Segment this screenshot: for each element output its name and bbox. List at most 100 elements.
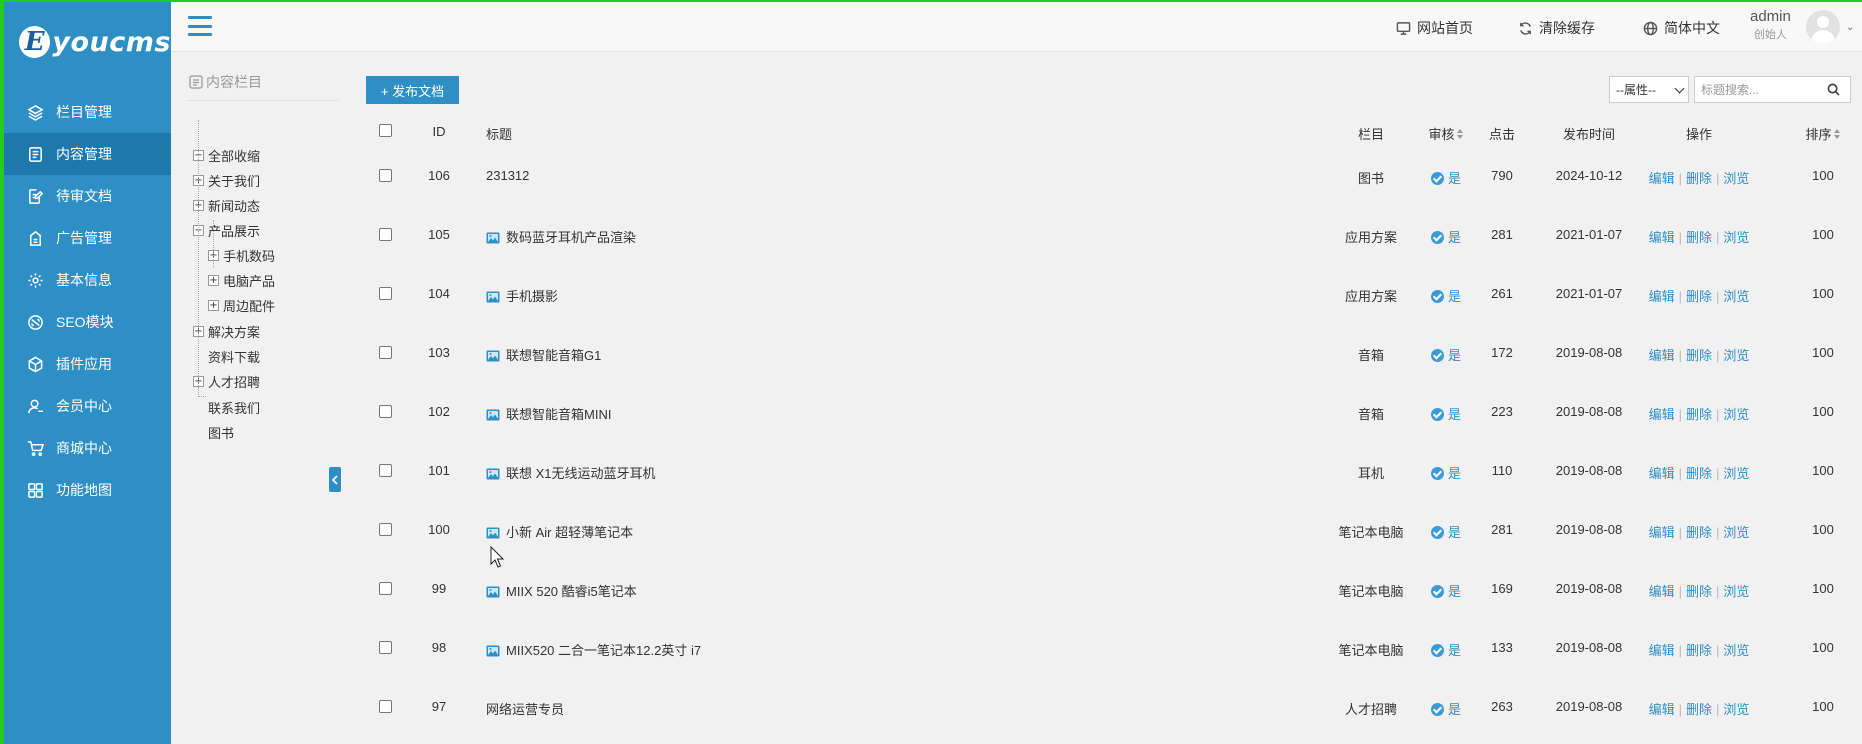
sidebar-item-6[interactable]: 插件应用 [4,343,171,385]
row-audit[interactable]: 是 [1421,522,1471,541]
row-checkbox[interactable] [379,346,392,359]
view-link[interactable]: 浏览 [1723,643,1749,658]
document-icon [26,145,44,163]
view-link[interactable]: 浏览 [1723,171,1749,186]
sidebar-item-1[interactable]: 内容管理 [4,133,171,175]
view-link[interactable]: 浏览 [1723,584,1749,599]
row-title[interactable]: 联想智能音箱G1 [486,345,601,365]
view-link[interactable]: 浏览 [1723,230,1749,245]
row-audit[interactable]: 是 [1421,345,1471,364]
row-audit[interactable]: 是 [1421,463,1471,482]
tree-item-0[interactable]: − 全部收缩 [193,145,260,165]
row-title[interactable]: 联想智能音箱MINI [486,404,611,424]
sidebar-item-0[interactable]: 栏目管理 [4,91,171,133]
row-checkbox[interactable] [379,169,392,182]
tree-item-5[interactable]: + 电脑产品 [208,270,275,290]
logo[interactable]: E youcms [4,2,171,82]
delete-link[interactable]: 删除 [1686,230,1712,245]
row-title[interactable]: 网络运营专员 [486,699,564,718]
row-audit[interactable]: 是 [1421,286,1471,305]
delete-link[interactable]: 删除 [1686,584,1712,599]
row-audit[interactable]: 是 [1421,640,1471,659]
tree-item-3[interactable]: − 产品展示 [193,220,260,240]
header-link-clear-cache[interactable]: 清除缓存 [1518,18,1595,38]
delete-link[interactable]: 删除 [1686,643,1712,658]
row-audit[interactable]: 是 [1421,699,1471,718]
expand-icon[interactable]: + [208,299,219,311]
sidebar-item-8[interactable]: 商城中心 [4,427,171,469]
header-link-language[interactable]: 简体中文 [1643,18,1720,38]
row-title[interactable]: MIIX520 二合一笔记本12.2英寸 i7 [486,640,701,660]
edit-link[interactable]: 编辑 [1649,348,1675,363]
edit-link[interactable]: 编辑 [1649,289,1675,304]
view-link[interactable]: 浏览 [1723,348,1749,363]
expand-icon[interactable]: + [208,274,219,286]
edit-link[interactable]: 编辑 [1649,525,1675,540]
avatar[interactable] [1806,10,1840,44]
sidebar-item-3[interactable]: 广告管理 [4,217,171,259]
row-audit[interactable]: 是 [1421,404,1471,423]
tree-item-8[interactable]: 资料下载 [193,346,260,366]
sidebar-item-5[interactable]: SEO模块 [4,301,171,343]
sidebar-item-2[interactable]: 待审文档 [4,175,171,217]
search-icon[interactable] [1827,83,1840,96]
header-link-home[interactable]: 网站首页 [1396,18,1473,38]
row-title[interactable]: 小新 Air 超轻薄笔记本 [486,522,633,542]
edit-link[interactable]: 编辑 [1649,643,1675,658]
edit-link[interactable]: 编辑 [1649,584,1675,599]
select-all-checkbox[interactable] [379,124,392,137]
tree-item-10[interactable]: 联系我们 [193,397,260,417]
menu-toggle-icon[interactable] [188,16,212,36]
row-audit[interactable]: 是 [1421,227,1471,246]
row-checkbox[interactable] [379,287,392,300]
tree-item-4[interactable]: + 手机数码 [208,245,275,265]
row-checkbox[interactable] [379,523,392,536]
edit-link[interactable]: 编辑 [1649,466,1675,481]
row-title[interactable]: 231312 [486,168,529,183]
tree-item-1[interactable]: + 关于我们 [193,170,260,190]
row-title[interactable]: 联想 X1无线运动蓝牙耳机 [486,463,656,483]
delete-link[interactable]: 删除 [1686,702,1712,717]
row-checkbox[interactable] [379,464,392,477]
delete-link[interactable]: 删除 [1686,348,1712,363]
header-sort[interactable]: 排序 [1798,124,1848,143]
view-link[interactable]: 浏览 [1723,525,1749,540]
row-audit[interactable]: 是 [1421,168,1471,187]
view-link[interactable]: 浏览 [1723,466,1749,481]
tree-item-7[interactable]: + 解决方案 [193,321,260,341]
row-checkbox[interactable] [379,582,392,595]
collapse-panel-button[interactable] [329,467,341,492]
title-search-input[interactable] [1695,77,1823,102]
row-checkbox[interactable] [379,405,392,418]
delete-link[interactable]: 删除 [1686,525,1712,540]
edit-link[interactable]: 编辑 [1649,702,1675,717]
row-checkbox[interactable] [379,228,392,241]
header-audit[interactable]: 审核 [1421,124,1471,143]
edit-link[interactable]: 编辑 [1649,407,1675,422]
row-title[interactable]: 手机摄影 [486,286,558,306]
edit-link[interactable]: 编辑 [1649,171,1675,186]
row-checkbox[interactable] [379,700,392,713]
attribute-select[interactable]: --属性-- [1609,76,1689,103]
delete-link[interactable]: 删除 [1686,171,1712,186]
tree-item-2[interactable]: + 新闻动态 [193,195,260,215]
delete-link[interactable]: 删除 [1686,407,1712,422]
user-info[interactable]: admin 创始人 [1750,8,1791,42]
tree-item-11[interactable]: 图书 [193,422,234,442]
chevron-down-icon[interactable]: ⌄ [1846,22,1854,33]
delete-link[interactable]: 删除 [1686,289,1712,304]
sidebar-item-4[interactable]: 基本信息 [4,259,171,301]
sidebar-item-9[interactable]: 功能地图 [4,469,171,511]
sidebar-item-7[interactable]: 会员中心 [4,385,171,427]
row-title[interactable]: 数码蓝牙耳机产品渲染 [486,227,636,247]
row-audit[interactable]: 是 [1421,581,1471,600]
view-link[interactable]: 浏览 [1723,407,1749,422]
view-link[interactable]: 浏览 [1723,702,1749,717]
row-title[interactable]: MIIX 520 酷睿i5笔记本 [486,581,637,601]
row-checkbox[interactable] [379,641,392,654]
delete-link[interactable]: 删除 [1686,466,1712,481]
view-link[interactable]: 浏览 [1723,289,1749,304]
edit-link[interactable]: 编辑 [1649,230,1675,245]
publish-document-button[interactable]: + 发布文档 [366,76,459,104]
tree-item-6[interactable]: + 周边配件 [208,295,275,315]
